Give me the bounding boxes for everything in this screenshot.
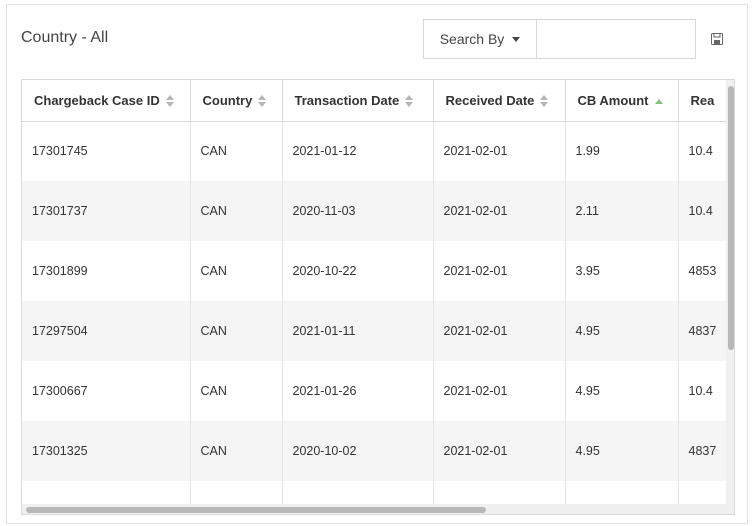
sort-icon[interactable] [405,95,414,108]
table-cell: CAN [190,301,283,361]
table-cell: 17301737 [22,181,191,241]
table-cell: 4853 [678,241,728,301]
column-header-label: Country [202,92,253,108]
table-cell: 2021-02-01 [433,421,566,481]
table-cell: 2021-02-01 [433,241,566,301]
save-icon[interactable] [711,33,723,45]
table-cell: 4837 [678,301,728,361]
table-cell: 2021-01-12 [282,121,434,181]
table-row[interactable]: 17301899 CAN 2020-10-22 2021-02-01 3.95 4853 [22,241,728,301]
column-header-1[interactable]: Country [190,80,283,122]
table-cell: 4.95 [565,301,679,361]
table-cell [565,481,679,504]
table-cell: 2.11 [565,181,679,241]
table-cell: 4837 [678,421,728,481]
horizontal-scroll-thumb[interactable] [26,507,486,513]
column-header-label: Received Date [445,92,535,108]
table-body: 17301745 CAN 2021-01-12 2021-02-01 1.99 10.4 1… [22,121,728,504]
sort-ascending-icon[interactable] [654,98,663,104]
table-cell [22,481,191,504]
table-cell: 10.4 [678,181,728,241]
table-row[interactable]: 17297504 CAN 2021-01-11 2021-02-01 4.95 4837 [22,301,728,361]
sort-icon[interactable] [258,95,267,108]
table-cell: 10.4 [678,361,728,421]
table-cell: 2021-02-01 [433,181,566,241]
table-cell: CAN [190,421,283,481]
column-header-label: Rea [690,92,715,108]
sort-icon[interactable] [540,95,549,108]
table-row[interactable] [22,481,728,504]
table-cell: CAN [190,361,283,421]
sort-icon[interactable] [165,95,174,108]
table-cell: 2021-02-01 [433,121,566,181]
page-title: Country - All [21,29,109,46]
table-cell: CAN [190,181,283,241]
table-cell: CAN [190,121,283,181]
table-cell: CAN [190,241,283,301]
table-cell [678,481,728,504]
column-header-label: Transaction Date [294,92,400,108]
search-by-label: Search By [439,31,505,47]
chargeback-panel: Country - All Search By Chargeback Case [6,4,748,524]
table-cell: 2021-01-11 [282,301,434,361]
table-cell: 3.95 [565,241,679,301]
column-header-2[interactable]: Transaction Date [282,80,434,122]
column-header-0[interactable]: Chargeback Case ID [22,80,191,122]
table-cell: 2021-02-01 [433,301,566,361]
table-header-row: Chargeback Case ID Country Transaction Dat… [22,80,728,122]
table-cell: 17301325 [22,421,191,481]
table-row[interactable]: 17301737 CAN 2020-11-03 2021-02-01 2.11 10.4 [22,181,728,241]
table-row[interactable]: 17301745 CAN 2021-01-12 2021-02-01 1.99 10.4 [22,121,728,181]
table-cell: 1.99 [565,121,679,181]
search-by-dropdown[interactable]: Search By [423,19,537,59]
table-cell: 2021-01-26 [282,361,434,421]
chargeback-grid: Chargeback Case ID Country Transaction Dat… [21,79,735,515]
horizontal-scrollbar[interactable] [22,504,734,514]
table-row[interactable]: 17301325 CAN 2020-10-02 2021-02-01 4.95 4837 [22,421,728,481]
table-cell: 17301745 [22,121,191,181]
table-cell [433,481,566,504]
table-cell: 17300667 [22,361,191,421]
column-header-3[interactable]: Received Date [433,80,566,122]
chargeback-table: Chargeback Case ID Country Transaction Dat… [22,80,728,504]
table-cell: 17301899 [22,241,191,301]
table-cell [282,481,434,504]
table-row[interactable]: 17300667 CAN 2021-01-26 2021-02-01 4.95 10.4 [22,361,728,421]
table-cell: 10.4 [678,121,728,181]
column-header-5[interactable]: Rea [678,80,728,122]
table-cell: 4.95 [565,421,679,481]
vertical-scrollbar[interactable] [726,80,734,504]
column-header-label: Chargeback Case ID [34,92,160,108]
column-header-label: CB Amount [577,92,649,108]
table-cell: 2020-11-03 [282,181,434,241]
vertical-scroll-thumb[interactable] [728,86,734,350]
table-cell [190,481,283,504]
table-cell: 4.95 [565,361,679,421]
table-cell: 2021-02-01 [433,361,566,421]
search-input[interactable] [536,19,696,59]
column-header-4[interactable]: CB Amount [565,80,679,122]
caret-down-icon [512,36,521,42]
table-cell: 2020-10-02 [282,421,434,481]
table-cell: 2020-10-22 [282,241,434,301]
table-cell: 17297504 [22,301,191,361]
grid-viewport: Chargeback Case ID Country Transaction Dat… [22,80,728,504]
